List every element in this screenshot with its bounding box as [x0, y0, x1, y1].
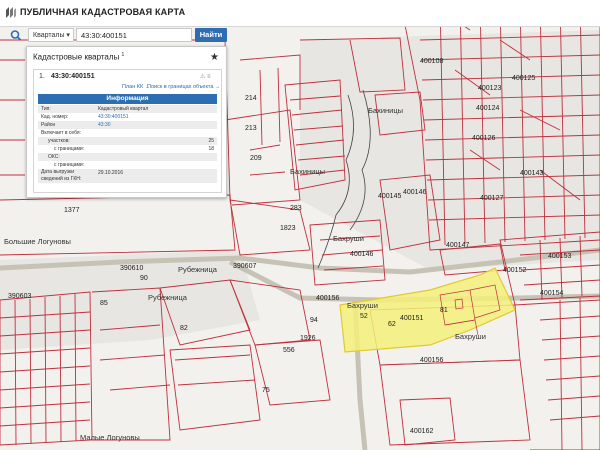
panel-title-count: 1: [121, 52, 125, 58]
parcel-number: 556: [283, 347, 295, 354]
place-name: Рубежница: [148, 293, 188, 302]
info-row-date: Дата выгрузки сведений из ГКН: 29.10.201…: [38, 169, 217, 183]
info-value-link[interactable]: 43:30: [98, 121, 111, 129]
parcel-number: 75: [262, 387, 270, 394]
favorite-star-icon[interactable]: ★: [210, 52, 219, 63]
search-type-select[interactable]: Кварталы ▾: [28, 28, 74, 42]
search-icon[interactable]: [7, 28, 25, 43]
parcel-number: 81: [440, 307, 448, 314]
quarter-label: 400145: [378, 193, 401, 200]
quarter-label: 400124: [476, 105, 499, 112]
quarter-label: 400108: [420, 58, 443, 65]
info-key: Тип:: [41, 106, 51, 112]
result-index: 1.: [39, 73, 45, 80]
info-value: 29.10.2016: [98, 170, 124, 176]
info-key: с границами:: [54, 162, 85, 168]
parcel-number: 1377: [64, 207, 80, 214]
place-name: Бахруши: [333, 234, 364, 243]
info-row-parcels: участков: 25: [38, 137, 217, 145]
info-row-type: Тип: Кадастровый квартал: [38, 105, 217, 113]
quarter-label: 400125: [512, 75, 535, 82]
quarter-label: 400143: [520, 170, 543, 177]
quarter-label: 400146: [350, 251, 373, 258]
quarter-label: 400126: [472, 135, 495, 142]
parcel-number: 1823: [280, 225, 296, 232]
info-key: Дата выгрузки сведений из ГКН:: [41, 169, 82, 182]
quarter-label: 400151: [400, 315, 423, 322]
quarter-label: 390610: [120, 265, 143, 272]
place-name: Малые Логуновы: [80, 433, 140, 442]
quarter-label: 400154: [540, 290, 563, 297]
info-header: Информация: [38, 94, 217, 104]
result-item[interactable]: 1. 43:30:400151 ⚠ ≡ План КК → Поиск в гр…: [33, 69, 222, 193]
info-key: Включает в себя:: [41, 130, 81, 136]
search-input[interactable]: 43:30:400151: [76, 28, 192, 42]
info-key: Район: [41, 122, 56, 128]
place-name: Бахиницы: [368, 106, 403, 115]
info-count: 25: [208, 138, 214, 144]
search-button[interactable]: Найти: [195, 28, 227, 42]
result-code[interactable]: 43:30:400151: [51, 73, 95, 80]
place-name: Бахруши: [347, 301, 378, 310]
cadastre-logo-icon: [6, 7, 16, 18]
quarter-label: 400127: [480, 195, 503, 202]
parcel-number: 213: [245, 125, 257, 132]
quarter-label: 400147: [446, 242, 469, 249]
place-name: Бахруши: [455, 332, 486, 341]
quarter-label: 400123: [478, 85, 501, 92]
info-row-parcels-bounded: с границами: 18: [38, 145, 217, 153]
info-row-oks: ОКС:: [38, 153, 217, 161]
info-row-district: Район 43:30: [38, 121, 217, 129]
parcel-number: 82: [180, 325, 188, 332]
quarter-label: 400146: [403, 189, 426, 196]
result-controls-icon[interactable]: ⚠ ≡: [200, 73, 211, 80]
parcel-number: 209: [250, 155, 262, 162]
app-header: ПУБЛИЧНАЯ КАДАСТРОВАЯ КАРТА: [0, 0, 600, 27]
parcel-number: 90: [140, 275, 148, 282]
info-count: 18: [208, 146, 214, 152]
quarter-label: 390603: [8, 293, 31, 300]
place-name: Большие Логуновы: [4, 237, 71, 246]
info-value: Кадастровый квартал: [98, 106, 149, 112]
app-title: ПУБЛИЧНАЯ КАДАСТРОВАЯ КАРТА: [20, 7, 186, 17]
plan-link[interactable]: План КК →: [122, 84, 150, 90]
place-name: Бахиницы: [290, 167, 325, 176]
info-key: с границами:: [54, 146, 85, 152]
quarter-label: 400162: [410, 428, 433, 435]
results-panel: Кадастровые кварталы 1 ★ 1. 43:30:400151…: [26, 46, 227, 198]
parcel-number: 283: [290, 205, 302, 212]
info-key: ОКС:: [48, 154, 60, 160]
parcel-number: 62: [388, 321, 396, 328]
info-row-includes: Включает в себя:: [38, 129, 217, 137]
parcel-number: 214: [245, 95, 257, 102]
quarter-label: 400156: [316, 295, 339, 302]
quarter-label: 400153: [548, 253, 571, 260]
info-value-link[interactable]: 43:30:400151: [98, 113, 129, 121]
panel-title: Кадастровые кварталы 1: [33, 52, 124, 62]
place-name: Рубежница: [178, 265, 218, 274]
quarter-label: 400156: [420, 357, 443, 364]
info-key: Кад. номер:: [41, 114, 69, 120]
search-within-link[interactable]: Поиск в границах объекта →: [147, 84, 220, 90]
parcel-number: 94: [310, 317, 318, 324]
parcel-number: 1926: [300, 335, 316, 342]
parcel-number: 52: [360, 313, 368, 320]
info-row-oks-bounded: с границами:: [38, 161, 217, 169]
quarter-label: 390607: [233, 263, 256, 270]
info-key: участков:: [48, 138, 70, 144]
panel-title-text: Кадастровые кварталы: [33, 52, 120, 62]
parcel-number: 85: [100, 300, 108, 307]
quarter-label: 400152: [503, 267, 526, 274]
search-bar: Кварталы ▾ 43:30:400151 Найти: [4, 28, 227, 43]
info-row-cadnum: Кад. номер: 43:30:400151: [38, 113, 217, 121]
